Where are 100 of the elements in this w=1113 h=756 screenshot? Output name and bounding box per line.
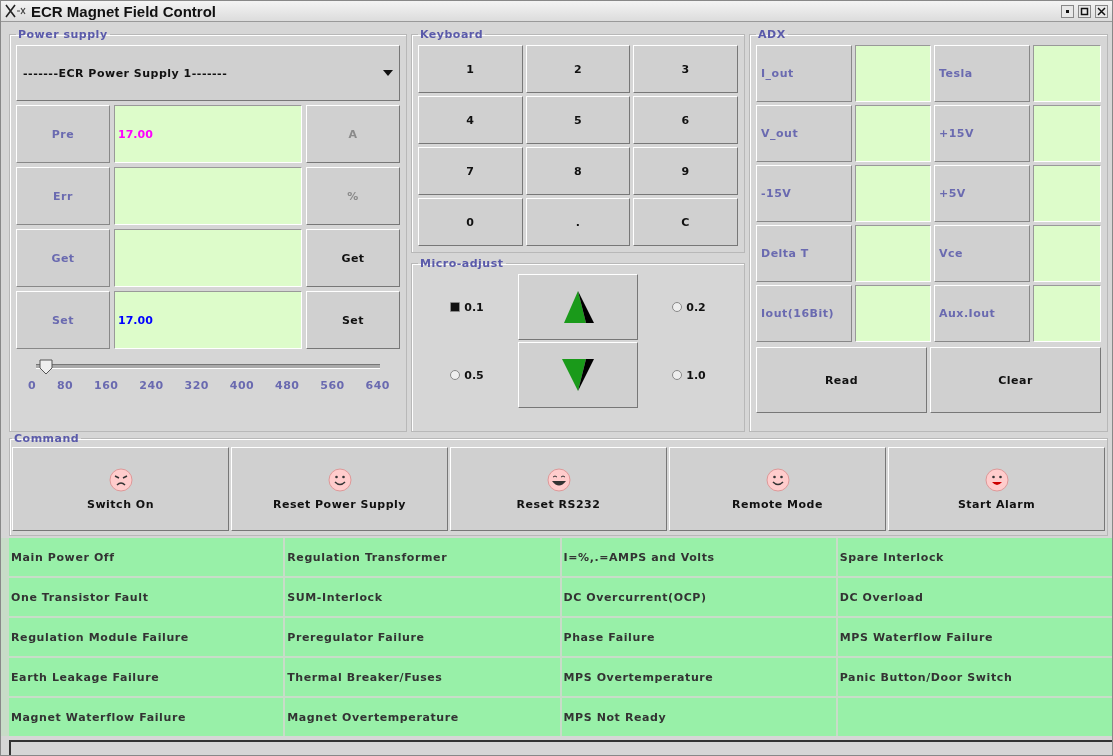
window-title: ECR Magnet Field Control	[31, 2, 217, 20]
smiley-icon	[108, 467, 133, 492]
up-arrow-button[interactable]	[518, 274, 638, 340]
interlock-status: Main Power Off	[9, 538, 284, 576]
interlock-status: Magnet Waterflow Failure	[9, 698, 284, 736]
reading-label: +5V	[934, 165, 1030, 222]
row-button[interactable]: Get	[306, 229, 400, 287]
radio-button[interactable]	[450, 370, 461, 380]
reading-label: Aux.Iout	[934, 285, 1030, 342]
tick-label: 400	[229, 379, 255, 392]
reading-field[interactable]	[1033, 225, 1101, 282]
key-button[interactable]: 9	[633, 147, 738, 195]
triangle-up-icon	[561, 290, 595, 324]
command-button[interactable]: Switch On	[12, 447, 229, 531]
smiley-icon	[984, 467, 1009, 492]
reading-field[interactable]	[855, 105, 931, 162]
panel-title: Keyboard	[419, 28, 485, 41]
key-button[interactable]: 7	[418, 147, 523, 195]
step-label: 0.2	[686, 300, 706, 314]
value-field[interactable]: 17.00	[114, 291, 302, 349]
interlock-status: MPS Waterflow Failure	[837, 618, 1112, 656]
key-button[interactable]: 5	[525, 96, 631, 144]
app-icon	[5, 4, 27, 18]
reading-field[interactable]	[1033, 285, 1101, 342]
key-button[interactable]: 2	[525, 45, 631, 93]
reading-label: -15V	[756, 165, 852, 222]
interlock-status: Magnet Overtemperature	[285, 698, 560, 736]
key-button[interactable]: 3	[633, 45, 738, 93]
interlock-status: Earth Leakage Failure	[9, 658, 284, 696]
command-button[interactable]: Start Alarm	[888, 447, 1105, 531]
interlock-status: Preregulator Failure	[285, 618, 560, 656]
tick-label: 640	[365, 379, 390, 392]
panel-title: ADX	[757, 28, 787, 41]
reading-label: Iout(16Bit)	[756, 285, 852, 342]
radio-button[interactable]	[672, 370, 683, 380]
interlock-status: DC Overload	[837, 578, 1112, 616]
interlock-status: Panic Button/Door Switch	[837, 658, 1112, 696]
tick-label: 480	[275, 379, 300, 392]
step-label: 0.5	[464, 368, 484, 382]
maximize-icon[interactable]	[1078, 4, 1091, 18]
interlock-status: Spare Interlock	[837, 538, 1112, 576]
smiley-icon	[765, 467, 790, 492]
reading-field[interactable]	[1033, 45, 1101, 102]
tick-label: 80	[56, 379, 74, 392]
tick-label: 160	[94, 379, 119, 392]
key-button[interactable]: 1	[418, 45, 523, 93]
reading-label: V_out	[756, 105, 852, 162]
radio-button[interactable]	[672, 302, 683, 312]
row-label: Pre	[16, 105, 110, 163]
value-field[interactable]	[114, 229, 302, 287]
tick-label: 560	[320, 379, 345, 392]
smiley-icon	[327, 467, 352, 492]
interlock-status: MPS Not Ready	[561, 698, 836, 736]
smiley-icon	[546, 467, 571, 492]
reading-label: Vce	[934, 225, 1030, 282]
interlock-status: Thermal Breaker/Fuses	[285, 658, 560, 696]
key-button[interactable]: 0	[418, 198, 523, 246]
tick-label: 320	[184, 379, 209, 392]
interlock-status: One Transistor Fault	[9, 578, 284, 616]
command-button[interactable]: Remote Mode	[669, 447, 886, 531]
row-label: Get	[16, 229, 110, 287]
reading-label: +15V	[934, 105, 1030, 162]
key-button[interactable]: 8	[525, 147, 631, 195]
slider-thumb[interactable]	[38, 359, 55, 375]
command-button[interactable]: Reset Power Supply	[231, 447, 448, 531]
reading-field[interactable]	[855, 165, 931, 222]
key-button[interactable]: 6	[633, 96, 738, 144]
reading-field[interactable]	[855, 225, 931, 282]
adx-button[interactable]: Read	[756, 347, 927, 413]
interlock-status: DC Overcurrent(OCP)	[561, 578, 836, 616]
reading-field[interactable]	[1033, 105, 1101, 162]
minimize-icon[interactable]	[1061, 4, 1074, 18]
value-field[interactable]	[114, 167, 302, 225]
radio-button[interactable]	[450, 302, 461, 312]
key-button[interactable]: C	[633, 198, 738, 246]
row-label: Err	[16, 167, 110, 225]
tick-label: 240	[139, 379, 164, 392]
interlock-status: Phase Failure	[561, 618, 836, 656]
tick-label: 0	[28, 379, 37, 392]
adx-button[interactable]: Clear	[930, 347, 1101, 413]
panel-title: Command	[13, 432, 81, 445]
slider-track[interactable]	[36, 359, 380, 373]
reading-field[interactable]	[855, 45, 931, 102]
interlock-status: SUM-Interlock	[285, 578, 560, 616]
step-label: 0.1	[464, 300, 484, 314]
key-button[interactable]: .	[525, 198, 631, 246]
close-icon[interactable]	[1095, 4, 1108, 18]
caret-icon	[383, 70, 393, 76]
down-arrow-button[interactable]	[518, 342, 638, 408]
command-button[interactable]: Reset RS232	[450, 447, 667, 531]
step-label: 1.0	[686, 368, 706, 382]
reading-field[interactable]	[855, 285, 931, 342]
triangle-down-icon	[561, 358, 595, 392]
interlock-status: I=%,.=AMPS and Volts	[561, 538, 836, 576]
row-button[interactable]: Set	[306, 291, 400, 349]
interlock-status: Regulation Module Failure	[9, 618, 284, 656]
reading-field[interactable]	[1033, 165, 1101, 222]
interlock-status: MPS Overtemperature	[561, 658, 836, 696]
key-button[interactable]: 4	[418, 96, 523, 144]
power-supply-dropdown[interactable]: -------ECR Power Supply 1-------	[16, 45, 400, 101]
